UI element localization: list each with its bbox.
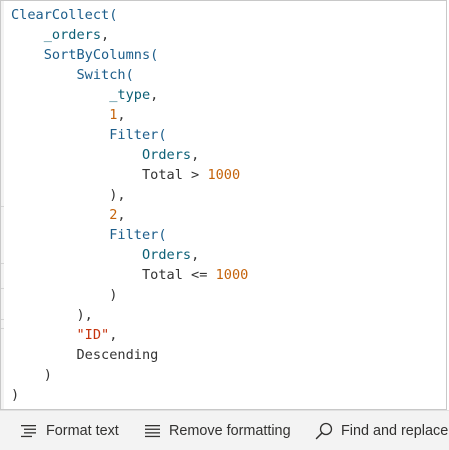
code-token: Orders	[141, 247, 192, 263]
code-line: Descending	[11, 345, 158, 365]
code-token: Descending	[76, 347, 159, 363]
code-token: ,	[117, 207, 126, 223]
code-token: ),	[76, 307, 93, 323]
code-token: ,	[117, 107, 126, 123]
gutter-mark	[1, 263, 4, 264]
format-text-label: Format text	[46, 423, 119, 439]
code-token: )	[109, 287, 118, 303]
code-line: Switch(	[11, 65, 134, 85]
code-token: ),	[109, 187, 126, 203]
code-token: Switch(	[76, 67, 134, 83]
code-token: Total >	[141, 167, 208, 183]
code-token: ,	[150, 87, 159, 103]
code-line: ClearCollect(	[11, 5, 117, 25]
formula-code-editor[interactable]: ClearCollect( _orders, SortByColumns( Sw…	[0, 0, 447, 410]
code-line: Orders,	[11, 245, 199, 265]
search-icon	[315, 422, 333, 440]
code-token: _type	[109, 87, 151, 103]
code-line: Total <= 1000	[11, 265, 248, 285]
code-token: Filter(	[109, 127, 167, 143]
gutter-mark	[1, 288, 4, 289]
code-line: ),	[11, 185, 126, 205]
code-line: SortByColumns(	[11, 45, 159, 65]
formula-toolbar: Format text Remove formatting Find and r…	[0, 410, 449, 450]
code-line: Total > 1000	[11, 165, 240, 185]
remove-formatting-button[interactable]: Remove formatting	[144, 420, 291, 442]
format-text-icon	[20, 424, 38, 438]
remove-formatting-label: Remove formatting	[169, 423, 291, 439]
code-line: Filter(	[11, 125, 167, 145]
code-line: _orders,	[11, 25, 109, 45]
code-token: ,	[191, 247, 200, 263]
code-token: 1000	[215, 267, 249, 283]
code-token: 1000	[207, 167, 241, 183]
code-token: ,	[191, 147, 200, 163]
code-token: Orders	[141, 147, 192, 163]
gutter-mark	[1, 328, 4, 329]
code-line: )	[11, 385, 19, 405]
format-text-button[interactable]: Format text	[20, 420, 119, 442]
gutter-mark	[1, 319, 4, 320]
remove-formatting-icon	[144, 424, 161, 438]
code-line: 1,	[11, 105, 126, 125]
find-and-replace-label: Find and replace	[341, 423, 449, 439]
code-line: Orders,	[11, 145, 199, 165]
formula-editor-panel: ClearCollect( _orders, SortByColumns( Sw…	[0, 0, 449, 450]
code-line: )	[11, 365, 52, 385]
code-token: Total <=	[141, 267, 216, 283]
code-token: Filter(	[109, 227, 167, 243]
code-line: "ID",	[11, 325, 117, 345]
code-token: )	[11, 387, 20, 403]
code-token: ,	[109, 327, 118, 343]
code-token: "ID"	[76, 327, 110, 343]
find-and-replace-button[interactable]: Find and replace	[315, 420, 448, 442]
code-line: _type,	[11, 85, 158, 105]
gutter-mark	[1, 206, 4, 207]
code-token: )	[43, 367, 52, 383]
code-line: 2,	[11, 205, 126, 225]
code-line: ),	[11, 305, 93, 325]
code-line: Filter(	[11, 225, 167, 245]
code-token: SortByColumns(	[43, 47, 159, 63]
code-token: ,	[101, 27, 110, 43]
code-token: ClearCollect(	[11, 7, 118, 23]
code-token: _orders	[43, 27, 102, 43]
code-line: )	[11, 285, 117, 305]
editor-left-strip	[1, 1, 4, 409]
